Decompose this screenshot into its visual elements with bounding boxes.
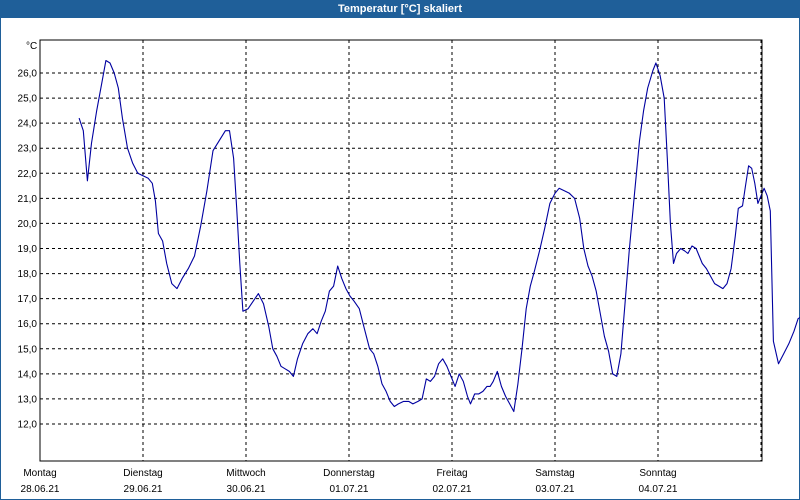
series-layer xyxy=(78,59,800,413)
y-tick-label: 21,0 xyxy=(18,194,38,205)
x-date-label: 04.07.21 xyxy=(639,484,678,495)
x-day-label: Sonntag xyxy=(639,468,676,479)
x-day-label: Freitag xyxy=(436,468,467,479)
y-tick-label: 15,0 xyxy=(18,344,38,355)
x-day-label: Samstag xyxy=(535,468,574,479)
y-tick-label: 20,0 xyxy=(18,219,38,230)
y-tick-label: 16,0 xyxy=(18,319,38,330)
x-date-label: 02.07.21 xyxy=(433,484,472,495)
x-day-label: Montag xyxy=(23,468,56,479)
x-axis-labels: Montag 28.06.21 Dienstag 29.06.21 Mittwoch 30… xyxy=(21,468,678,495)
plot-area-border xyxy=(39,39,763,462)
y-tick-label: 25,0 xyxy=(18,94,38,105)
temperature-line xyxy=(78,59,800,413)
y-tick-label: 14,0 xyxy=(18,369,38,380)
y-tick-label: 19,0 xyxy=(18,244,38,255)
x-date-label: 03.07.21 xyxy=(536,484,575,495)
y-tick-label: 26,0 xyxy=(18,69,38,80)
y-tick-label: 17,0 xyxy=(18,294,38,305)
x-date-label: 01.07.21 xyxy=(330,484,369,495)
x-date-label: 29.06.21 xyxy=(124,484,163,495)
grid-lines xyxy=(40,40,762,461)
x-date-label: 30.06.21 xyxy=(227,484,266,495)
temperature-chart: °C 12,0 13,0 14,0 15,0 16,0 17,0 18,0 19,0 20,0 2… xyxy=(18,39,800,495)
x-day-label: Mittwoch xyxy=(226,468,265,479)
x-date-label: 28.06.21 xyxy=(21,484,60,495)
y-axis-ticks: 12,0 13,0 14,0 15,0 16,0 17,0 18,0 19,0 20,0 21,0… xyxy=(18,69,38,431)
y-tick-label: 23,0 xyxy=(18,144,38,155)
y-tick-label: 13,0 xyxy=(18,394,38,405)
y-axis-unit-label: °C xyxy=(26,41,37,52)
y-tick-label: 24,0 xyxy=(18,119,38,130)
y-tick-label: 22,0 xyxy=(18,169,38,180)
x-day-label: Donnerstag xyxy=(323,468,375,479)
x-day-label: Dienstag xyxy=(123,468,162,479)
y-tick-label: 12,0 xyxy=(18,420,38,431)
y-tick-label: 18,0 xyxy=(18,269,38,280)
